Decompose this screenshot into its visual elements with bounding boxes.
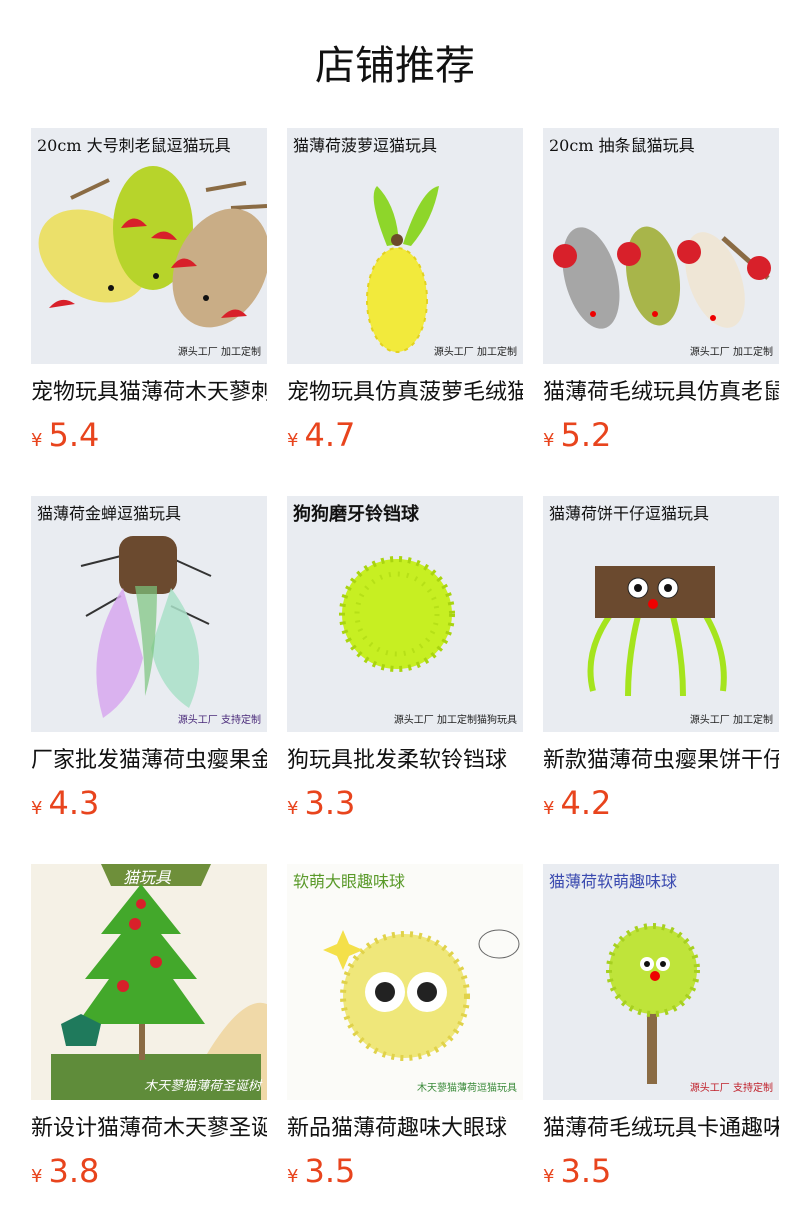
fluffy-ball-image: [606, 923, 700, 1084]
image-caption: 猫薄荷软萌趣味球: [549, 872, 678, 891]
hedgehog-mice-image: [38, 166, 267, 328]
product-name[interactable]: 厂家批发猫薄荷虫瘿果金蝉: [31, 746, 267, 776]
image-watermark: 源头工厂 加工定制猫狗玩具: [393, 715, 517, 726]
image-watermark: 源头工厂 支持定制: [689, 1083, 773, 1094]
product-price: ¥3.5: [287, 1152, 355, 1190]
product-name[interactable]: 新设计猫薄荷木天蓼圣诞树: [31, 1114, 267, 1144]
image-caption: 软萌大眼趣味球: [293, 872, 406, 891]
price-value: 4.7: [304, 416, 356, 454]
product-card[interactable]: 20cm 抽条鼠猫玩具 源头工厂 加工定制 猫薄荷毛绒玩具仿真老鼠 ¥5.2: [543, 128, 779, 454]
image-watermark: 源头工厂 加工定制: [689, 347, 773, 358]
product-name[interactable]: 狗玩具批发柔软铃铛球: [287, 746, 523, 776]
image-caption: 猫薄荷饼干仔逗猫玩具: [549, 504, 710, 523]
product-price: ¥5.4: [31, 416, 99, 454]
product-card[interactable]: 狗狗磨牙铃铛球 源头工厂 加工定制猫狗玩具 狗玩具批发柔软铃铛球 ¥3.3: [287, 496, 523, 822]
cicada-toy-image: [80, 536, 212, 718]
currency-symbol: ¥: [543, 798, 555, 819]
christmas-tree-image: [51, 864, 267, 1100]
product-price: ¥4.3: [31, 784, 99, 822]
product-card[interactable]: 猫薄荷饼干仔逗猫玩具 源头工厂 加工定制 新款猫薄荷虫瘿果饼干仔 ¥4.2: [543, 496, 779, 822]
green-ball-image: [339, 556, 455, 672]
product-card[interactable]: 猫薄荷金蝉逗猫玩具 源头工厂 支持定制 厂家批发猫薄荷虫瘿果金蝉 ¥4.3: [31, 496, 267, 822]
image-caption: 20cm 抽条鼠猫玩具: [549, 136, 695, 155]
product-image[interactable]: 猫薄荷软萌趣味球 源头工厂 支持定制: [543, 864, 779, 1100]
currency-symbol: ¥: [287, 1166, 299, 1187]
product-image[interactable]: 猫薄荷饼干仔逗猫玩具 源头工厂 加工定制: [543, 496, 779, 732]
image-watermark: 源头工厂 加工定制: [177, 347, 261, 358]
product-image[interactable]: 20cm 抽条鼠猫玩具 源头工厂 加工定制: [543, 128, 779, 364]
product-image[interactable]: 猫薄荷金蝉逗猫玩具 源头工厂 支持定制: [31, 496, 267, 732]
pineapple-toy-image: [366, 186, 439, 353]
product-name[interactable]: 猫薄荷毛绒玩具卡通趣味球: [543, 1114, 779, 1144]
product-image[interactable]: 猫玩具 木天蓼猫薄荷圣诞树: [31, 864, 267, 1100]
currency-symbol: ¥: [31, 430, 43, 451]
price-value: 3.5: [560, 1152, 612, 1190]
currency-symbol: ¥: [287, 798, 299, 819]
currency-symbol: ¥: [543, 430, 555, 451]
product-image[interactable]: 猫薄荷菠萝逗猫玩具 源头工厂 加工定制: [287, 128, 523, 364]
price-value: 3.3: [304, 784, 356, 822]
product-image[interactable]: 20cm 大号刺老鼠逗猫玩具 源头工厂 加工定制: [31, 128, 267, 364]
product-image[interactable]: 狗狗磨牙铃铛球 源头工厂 加工定制猫狗玩具: [287, 496, 523, 732]
currency-symbol: ¥: [287, 430, 299, 451]
image-caption: 猫薄荷菠萝逗猫玩具: [293, 136, 438, 155]
image-watermark: 木天蓼猫薄荷圣诞树: [143, 1079, 261, 1094]
product-name[interactable]: 新款猫薄荷虫瘿果饼干仔: [543, 746, 779, 776]
striped-mice-image: [553, 226, 771, 329]
product-image[interactable]: 软萌大眼趣味球 木天蓼猫薄荷逗猫玩具: [287, 864, 523, 1100]
product-name[interactable]: 宠物玩具仿真菠萝毛绒猫薄荷: [287, 378, 523, 408]
currency-symbol: ¥: [31, 798, 43, 819]
product-price: ¥4.7: [287, 416, 355, 454]
image-caption: 狗狗磨牙铃铛球: [293, 504, 419, 525]
product-card[interactable]: 猫玩具 木天蓼猫薄荷圣诞树 新设计猫薄荷木天蓼圣诞树 ¥3.8: [31, 864, 267, 1190]
product-card[interactable]: 猫薄荷菠萝逗猫玩具 源头工厂 加工定制 宠物玩具仿真菠萝毛绒猫薄荷 ¥4.7: [287, 128, 523, 454]
big-eye-ball-image: [323, 929, 520, 1061]
price-value: 5.4: [48, 416, 100, 454]
price-value: 4.2: [560, 784, 612, 822]
product-price: ¥3.3: [287, 784, 355, 822]
image-caption: 猫玩具: [123, 868, 172, 887]
image-watermark: 源头工厂 加工定制: [433, 347, 517, 358]
product-price: ¥4.2: [543, 784, 611, 822]
image-watermark: 木天蓼猫薄荷逗猫玩具: [417, 1083, 517, 1094]
image-caption: 20cm 大号刺老鼠逗猫玩具: [37, 136, 231, 155]
product-card[interactable]: 猫薄荷软萌趣味球 源头工厂 支持定制 猫薄荷毛绒玩具卡通趣味球 ¥3.5: [543, 864, 779, 1190]
price-value: 3.5: [304, 1152, 356, 1190]
product-price: ¥3.8: [31, 1152, 99, 1190]
image-watermark: 源头工厂 加工定制: [689, 715, 773, 726]
product-name[interactable]: 新品猫薄荷趣味大眼球: [287, 1114, 523, 1144]
product-name[interactable]: 猫薄荷毛绒玩具仿真老鼠: [543, 378, 779, 408]
biscuit-toy-image: [587, 566, 727, 697]
currency-symbol: ¥: [31, 1166, 43, 1187]
image-caption: 猫薄荷金蝉逗猫玩具: [37, 504, 182, 523]
currency-symbol: ¥: [543, 1166, 555, 1187]
product-card[interactable]: 20cm 大号刺老鼠逗猫玩具 源头工厂 加工定制 宠物玩具猫薄荷木天蓼刺老鼠 ¥…: [31, 128, 267, 454]
product-card[interactable]: 软萌大眼趣味球 木天蓼猫薄荷逗猫玩具 新品猫薄荷趣味大眼球 ¥3.5: [287, 864, 523, 1190]
product-price: ¥3.5: [543, 1152, 611, 1190]
page-title: 店铺推荐: [315, 43, 475, 89]
price-value: 3.8: [48, 1152, 100, 1190]
image-watermark: 源头工厂 支持定制: [177, 715, 261, 726]
price-value: 5.2: [560, 416, 612, 454]
price-value: 4.3: [48, 784, 100, 822]
product-price: ¥5.2: [543, 416, 611, 454]
product-name[interactable]: 宠物玩具猫薄荷木天蓼刺老鼠: [31, 378, 267, 408]
